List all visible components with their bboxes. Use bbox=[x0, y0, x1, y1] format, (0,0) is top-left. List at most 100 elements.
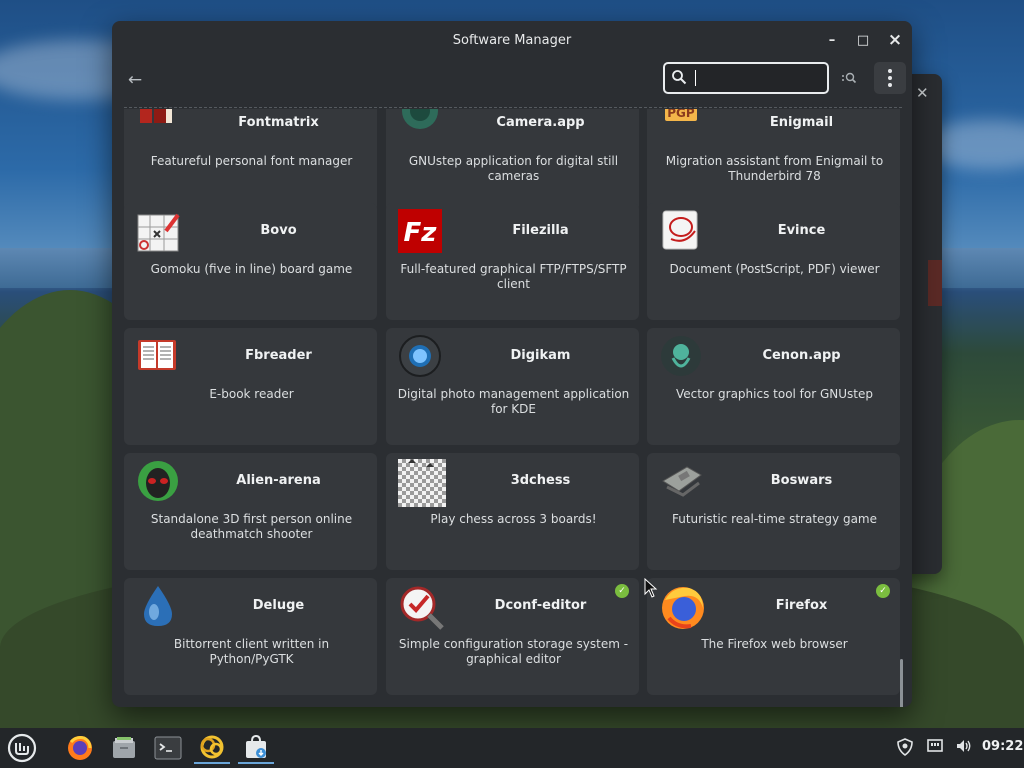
app-name: Deluge bbox=[252, 598, 305, 613]
app-card[interactable]: Camera.app GNUstep application for digita… bbox=[386, 109, 639, 212]
taskbar-software-manager[interactable] bbox=[238, 732, 274, 764]
app-card[interactable]: Evince Document (PostScript, PDF) viewer bbox=[647, 203, 900, 320]
network-icon bbox=[927, 739, 943, 752]
app-card[interactable]: Cenon.app Vector graphics tool for GNUste… bbox=[647, 328, 900, 445]
taskbar: 09:22 bbox=[0, 728, 1024, 768]
app-name: Enigmail bbox=[769, 115, 834, 130]
3dchess-icon bbox=[398, 459, 446, 507]
app-description: Migration assistant from Enigmail to Thu… bbox=[665, 154, 884, 183]
background-window-close-icon[interactable]: ✕ bbox=[916, 84, 929, 102]
app-description: Play chess across 3 boards! bbox=[430, 512, 597, 526]
app-card[interactable]: PGP Enigmail Migration assistant from Enig… bbox=[647, 109, 900, 212]
window-titlebar[interactable]: Software Manager bbox=[112, 21, 912, 59]
arrow-left-icon: ← bbox=[127, 70, 143, 90]
evince-icon bbox=[659, 209, 703, 253]
camera-app-icon bbox=[398, 109, 442, 145]
search-options-icon bbox=[842, 72, 857, 84]
app-name: Camera.app bbox=[496, 115, 585, 130]
tray-shield[interactable] bbox=[896, 738, 914, 760]
minimize-button[interactable]: – bbox=[821, 30, 843, 50]
app-description: The Firefox web browser bbox=[701, 637, 848, 651]
bovo-icon bbox=[136, 209, 180, 253]
app-name: Cenon.app bbox=[762, 348, 841, 363]
app-card[interactable]: Dconf-editor Simple configuration storage… bbox=[386, 578, 639, 695]
volume-icon bbox=[957, 740, 971, 752]
app-name: Boswars bbox=[770, 473, 833, 488]
boswars-icon bbox=[659, 459, 703, 503]
app-name: 3dchess bbox=[510, 473, 571, 488]
app-name: Fontmatrix bbox=[238, 115, 319, 130]
cenon-app-icon bbox=[659, 334, 703, 378]
svg-text:Fz: Fz bbox=[404, 218, 438, 248]
clock[interactable]: 09:22 bbox=[982, 739, 1023, 754]
app-card[interactable]: Boswars Futuristic real-time strategy gam… bbox=[647, 453, 900, 570]
app-card[interactable]: Firefox The Firefox web browser ✓ bbox=[647, 578, 900, 695]
app-card[interactable]: Alien-arena Standalone 3D first person on… bbox=[124, 453, 377, 570]
app-card[interactable]: Deluge Bittorrent client written in Pytho… bbox=[124, 578, 377, 695]
app-name: Alien-arena bbox=[236, 473, 321, 488]
svg-text:PGP: PGP bbox=[667, 109, 695, 120]
fbreader-icon bbox=[136, 334, 180, 378]
app-card[interactable]: Fz Filezilla Full-featured graphical FTP/F… bbox=[386, 203, 639, 320]
window-title: Software Manager bbox=[452, 32, 572, 48]
taskbar-file-manager[interactable] bbox=[106, 732, 142, 764]
maximize-button[interactable]: □ bbox=[852, 30, 874, 50]
tray-volume[interactable] bbox=[955, 738, 973, 758]
app-grid: Fontmatrix Featureful personal font manag… bbox=[112, 109, 912, 707]
deluge-icon bbox=[136, 584, 180, 628]
close-button[interactable]: × bbox=[884, 30, 906, 50]
taskbar-update-manager[interactable] bbox=[194, 732, 230, 764]
app-description: Digital photo management application for… bbox=[397, 387, 630, 416]
app-name: Evince bbox=[777, 223, 826, 238]
app-description: Featureful personal font manager bbox=[150, 154, 353, 168]
app-description: Full-featured graphical FTP/FTPS/SFTP cl… bbox=[400, 262, 627, 291]
background-window-accent bbox=[928, 260, 942, 306]
toolbar-divider bbox=[124, 107, 902, 108]
text-caret bbox=[695, 70, 696, 86]
firefox-icon bbox=[68, 736, 92, 760]
terminal-icon bbox=[154, 736, 182, 760]
fontmatrix-icon bbox=[136, 109, 180, 145]
software-manager-icon bbox=[246, 734, 266, 758]
enigmail-icon: PGP bbox=[659, 109, 703, 145]
search-icon bbox=[672, 70, 687, 85]
linux-mint-menu-icon bbox=[7, 733, 37, 763]
file-manager-icon bbox=[113, 737, 135, 758]
search-input[interactable] bbox=[693, 68, 823, 88]
app-card[interactable]: Fbreader E-book reader bbox=[124, 328, 377, 445]
app-description: Gomoku (five in line) board game bbox=[150, 262, 353, 276]
app-card[interactable]: Fontmatrix Featureful personal font manag… bbox=[124, 109, 377, 212]
main-menu-button[interactable] bbox=[874, 62, 906, 94]
app-name: Bovo bbox=[260, 223, 297, 238]
app-description: GNUstep application for digital still ca… bbox=[408, 154, 619, 183]
taskbar-firefox[interactable] bbox=[62, 732, 98, 764]
app-card[interactable]: Digikam Digital photo management applicat… bbox=[386, 328, 639, 445]
search-box[interactable] bbox=[663, 62, 829, 94]
app-name: Fbreader bbox=[245, 348, 312, 363]
dconf-editor-icon bbox=[398, 584, 444, 630]
toolbar: ← bbox=[112, 59, 912, 109]
app-card[interactable]: Bovo Gomoku (five in line) board game bbox=[124, 203, 377, 320]
alien-arena-icon bbox=[136, 459, 180, 503]
digikam-icon bbox=[398, 334, 442, 378]
mouse-cursor-icon bbox=[644, 578, 658, 598]
tray-network[interactable] bbox=[926, 738, 944, 758]
scrollbar[interactable] bbox=[900, 659, 903, 707]
app-description: Simple configuration storage system - gr… bbox=[398, 637, 629, 666]
installed-check-icon: ✓ bbox=[615, 584, 629, 598]
software-manager-window: Software Manager – □ × ← Fontmatrix Feat… bbox=[112, 21, 912, 707]
shield-icon bbox=[897, 738, 913, 756]
search-options-button[interactable] bbox=[839, 68, 859, 88]
taskbar-terminal[interactable] bbox=[150, 732, 186, 764]
app-description: Bittorrent client written in Python/PyGT… bbox=[173, 637, 330, 666]
app-description: Vector graphics tool for GNUstep bbox=[675, 387, 874, 401]
app-description: Document (PostScript, PDF) viewer bbox=[669, 262, 880, 276]
app-description: Futuristic real-time strategy game bbox=[671, 512, 878, 526]
back-button[interactable]: ← bbox=[122, 67, 148, 93]
app-card[interactable]: 3dchess Play chess across 3 boards! bbox=[386, 453, 639, 570]
start-menu-button[interactable] bbox=[4, 732, 40, 764]
kebab-menu-icon bbox=[888, 69, 892, 87]
app-name: Dconf-editor bbox=[494, 598, 587, 613]
installed-check-icon: ✓ bbox=[876, 584, 890, 598]
update-manager-icon bbox=[200, 735, 224, 759]
